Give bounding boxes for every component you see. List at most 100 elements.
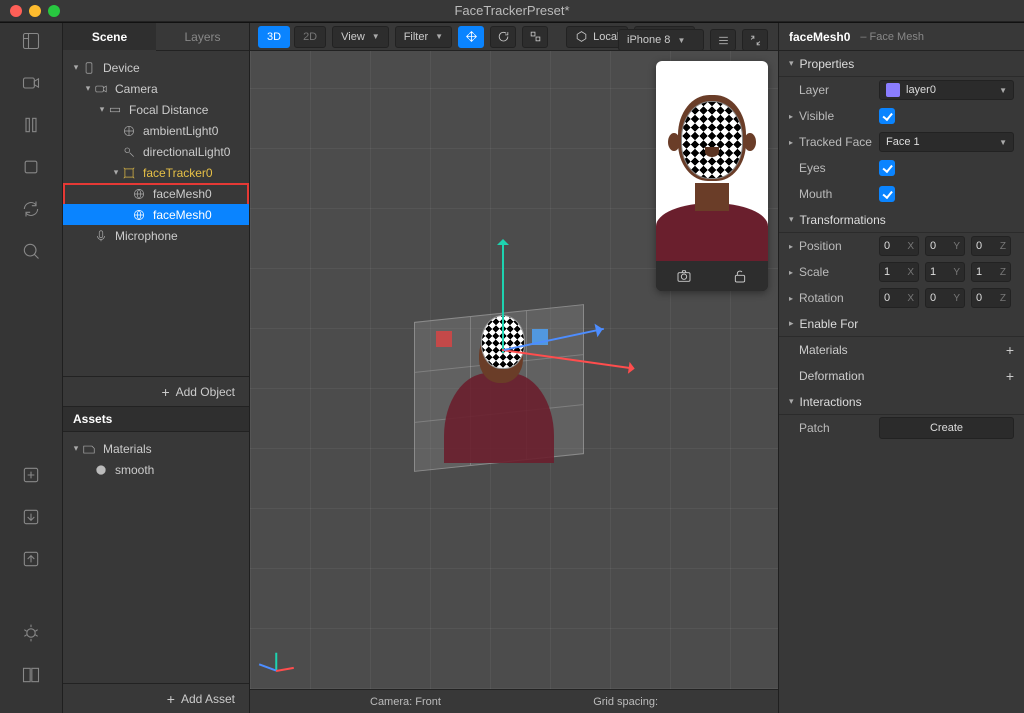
view-3d-button[interactable]: 3D <box>258 26 290 48</box>
hierarchy-ambient[interactable]: ambientLight0 <box>63 120 249 141</box>
hierarchy-facetracker[interactable]: ▾faceTracker0 <box>63 162 249 183</box>
rotate-tool-button[interactable] <box>490 26 516 48</box>
status-camera: Camera: Front <box>370 696 441 708</box>
tracked-face-select[interactable]: Face 1▼ <box>879 132 1014 152</box>
device-preview <box>656 61 768 291</box>
titlebar: FaceTrackerPreset* <box>0 0 1024 22</box>
prop-visible-label: Visible <box>799 109 879 123</box>
scale-z-input[interactable]: 1Z <box>971 262 1011 282</box>
create-patch-button[interactable]: Create <box>879 417 1014 439</box>
inspector-title: faceMesh0 <box>789 30 850 44</box>
tab-layers[interactable]: Layers <box>156 23 249 50</box>
status-grid: Grid spacing: <box>593 696 658 708</box>
viewport-stage[interactable] <box>250 51 778 689</box>
add-square-icon[interactable] <box>21 465 41 485</box>
scene-hierarchy: ▾Device ▾Camera ▾Focal Distance ambientL… <box>63 51 249 376</box>
upload-icon[interactable] <box>21 549 41 569</box>
prop-rotation-label: Rotation <box>799 291 879 305</box>
section-properties[interactable]: ▾Properties <box>779 51 1024 77</box>
section-enable-for[interactable]: ▸Enable For <box>779 311 1024 337</box>
assets-label: smooth <box>115 463 154 477</box>
hierarchy-directional[interactable]: directionalLight0 <box>63 141 249 162</box>
hierarchy-focal[interactable]: ▾Focal Distance <box>63 99 249 120</box>
search-icon[interactable] <box>21 241 41 261</box>
pause-icon[interactable] <box>21 115 41 135</box>
tool-rail <box>0 23 63 713</box>
hierarchy-label: faceMesh0 <box>153 187 212 201</box>
add-material-button[interactable]: + <box>1006 342 1014 358</box>
assets-header: Assets <box>63 406 249 432</box>
eyes-checkbox[interactable] <box>879 160 895 176</box>
import-icon[interactable] <box>21 507 41 527</box>
hierarchy-label: Microphone <box>115 229 178 243</box>
prop-tracked-label: Tracked Face <box>799 135 879 149</box>
facemesh-overlay-icon <box>681 101 743 179</box>
assets-tree: ▾Materials smooth <box>63 432 249 683</box>
device-list-button[interactable] <box>710 29 736 51</box>
hierarchy-facemesh0-b[interactable]: faceMesh0 <box>63 204 249 225</box>
prop-layer-label: Layer <box>799 83 879 97</box>
refresh-icon[interactable] <box>21 199 41 219</box>
assets-smooth[interactable]: smooth <box>63 459 249 480</box>
add-object-button[interactable]: +Add Object <box>63 376 249 406</box>
hierarchy-facemesh0-a[interactable]: faceMesh0 <box>63 183 249 204</box>
hierarchy-label: ambientLight0 <box>143 124 218 138</box>
add-asset-label: Add Asset <box>181 692 235 706</box>
rotation-z-input[interactable]: 0Z <box>971 288 1011 308</box>
rotation-x-input[interactable]: 0X <box>879 288 919 308</box>
hierarchy-label: Focal Distance <box>129 103 208 117</box>
position-x-input[interactable]: 0X <box>879 236 919 256</box>
device-expand-button[interactable] <box>742 29 768 51</box>
unlock-icon[interactable] <box>732 268 748 284</box>
orientation-axes-icon <box>264 635 304 675</box>
add-asset-button[interactable]: +Add Asset <box>63 683 249 713</box>
viewport-toolbar: 3D 2D View▼ Filter▼ Local Pivot iPhone 8… <box>250 23 778 51</box>
inspector-panel: faceMesh0 – Face Mesh ▾Properties Layer … <box>778 23 1024 713</box>
section-interactions[interactable]: ▾Interactions <box>779 389 1024 415</box>
assets-materials[interactable]: ▾Materials <box>63 438 249 459</box>
hierarchy-microphone[interactable]: Microphone <box>63 225 249 246</box>
scene-gizmo <box>384 253 644 513</box>
layout-icon[interactable] <box>21 31 41 51</box>
layer-select[interactable]: layer0▼ <box>879 80 1014 100</box>
view-dropdown[interactable]: View▼ <box>332 26 389 48</box>
move-tool-button[interactable] <box>458 26 484 48</box>
mouth-checkbox[interactable] <box>879 186 895 202</box>
hierarchy-device[interactable]: ▾Device <box>63 57 249 78</box>
add-deformation-button[interactable]: + <box>1006 368 1014 384</box>
row-materials[interactable]: Materials+ <box>779 337 1024 363</box>
window-title: FaceTrackerPreset* <box>0 3 1024 18</box>
view-2d-button[interactable]: 2D <box>294 26 326 48</box>
axis-y-icon <box>502 243 504 353</box>
device-selector[interactable]: iPhone 8▼ <box>618 29 704 51</box>
filter-dropdown[interactable]: Filter▼ <box>395 26 452 48</box>
prop-patch-label: Patch <box>799 421 879 435</box>
scale-x-input[interactable]: 1X <box>879 262 919 282</box>
library-icon[interactable] <box>21 665 41 685</box>
bug-icon[interactable] <box>21 623 41 643</box>
hierarchy-label: faceMesh0 <box>153 208 212 222</box>
position-y-input[interactable]: 0Y <box>925 236 965 256</box>
video-icon[interactable] <box>21 73 41 93</box>
row-deformation[interactable]: Deformation+ <box>779 363 1024 389</box>
section-transformations[interactable]: ▾Transformations <box>779 207 1024 233</box>
inspector-subtitle: – Face Mesh <box>860 31 924 43</box>
hierarchy-camera[interactable]: ▾Camera <box>63 78 249 99</box>
position-z-input[interactable]: 0Z <box>971 236 1011 256</box>
hierarchy-label: faceTracker0 <box>143 166 213 180</box>
hierarchy-label: Device <box>103 61 140 75</box>
prop-mouth-label: Mouth <box>799 187 879 201</box>
scale-y-input[interactable]: 1Y <box>925 262 965 282</box>
stop-icon[interactable] <box>21 157 41 177</box>
scene-panel: Scene Layers ▾Device ▾Camera ▾Focal Dist… <box>63 23 250 713</box>
prop-eyes-label: Eyes <box>799 161 879 175</box>
assets-label: Materials <box>103 442 152 456</box>
camera-capture-icon[interactable] <box>676 268 692 284</box>
tab-scene[interactable]: Scene <box>63 23 156 51</box>
scale-tool-button[interactable] <box>522 26 548 48</box>
prop-scale-label: Scale <box>799 265 879 279</box>
hierarchy-label: directionalLight0 <box>143 145 230 159</box>
visible-checkbox[interactable] <box>879 108 895 124</box>
prop-position-label: Position <box>799 239 879 253</box>
rotation-y-input[interactable]: 0Y <box>925 288 965 308</box>
